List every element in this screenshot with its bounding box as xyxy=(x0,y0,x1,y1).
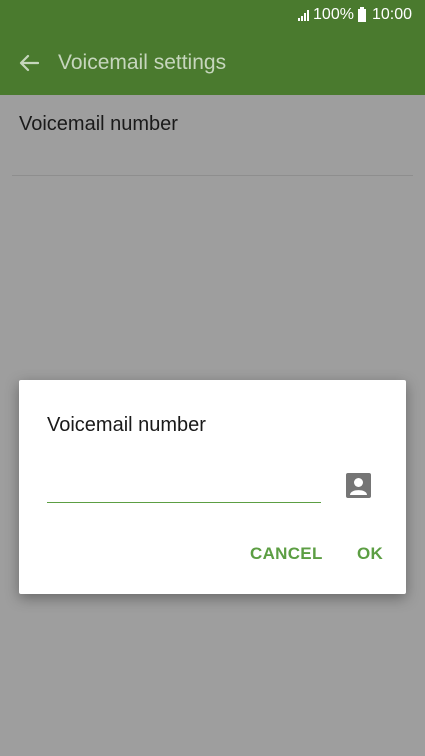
page-title: Voicemail settings xyxy=(58,50,227,74)
divider xyxy=(12,175,413,176)
ok-button[interactable]: OK xyxy=(357,544,383,564)
settings-content: Voicemail number Voicemail number CANCEL… xyxy=(0,95,425,756)
signal-icon xyxy=(298,9,310,21)
app-bar: Voicemail settings xyxy=(0,30,425,95)
dialog-title: Voicemail number xyxy=(47,414,206,436)
voicemail-number-dialog: Voicemail number CANCEL OK xyxy=(19,380,406,594)
contact-icon[interactable] xyxy=(346,473,371,498)
clock: 10:00 xyxy=(371,6,412,23)
voicemail-number-setting[interactable]: Voicemail number xyxy=(19,113,178,136)
status-bar: 100% 10:00 xyxy=(0,0,425,30)
battery-percent: 100% xyxy=(313,6,354,23)
voicemail-number-input[interactable] xyxy=(47,460,321,503)
battery-icon xyxy=(357,6,366,22)
back-arrow-icon[interactable] xyxy=(1,30,57,95)
cancel-button[interactable]: CANCEL xyxy=(250,544,323,564)
